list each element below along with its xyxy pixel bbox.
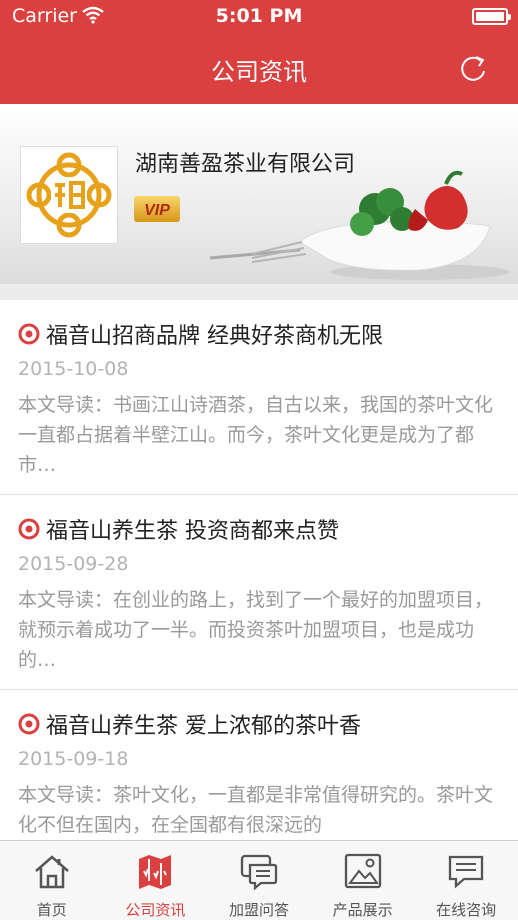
article-list: 福音山招商品牌 经典好茶商机无限 2015-10-08 本文导读：书画江山诗酒茶… [0,300,518,840]
tab-home[interactable]: 首页 [0,841,104,920]
navigation-bar: 公司资讯 [0,34,518,104]
tab-label: 首页 [36,901,67,919]
article-date: 2015-09-28 [18,553,129,575]
article-summary: 本文导读：书画江山诗酒茶，自古以来，我国的茶叶文化一直都占据着半壁江山。而今，茶… [18,394,494,476]
tab-consult[interactable]: 在线咨询 [414,841,518,920]
article-date: 2015-10-08 [18,358,129,380]
tab-faq[interactable]: 加盟问答 [207,841,311,920]
image-icon [344,853,381,889]
tab-news[interactable]: 公司资讯 [104,841,208,920]
clock: 5:01 PM [215,5,303,27]
company-banner[interactable]: 湖南善盈茶业有限公司 VIP [0,104,518,284]
bullet-target-icon [18,323,40,345]
section-divider [0,284,518,300]
article-title: 福音山养生茶 爱上浓郁的茶叶香 [46,714,361,739]
tab-label: 产品展示 [332,901,393,919]
article-title: 福音山养生茶 投资商都来点赞 [46,519,339,544]
map-icon [139,855,172,889]
article-item[interactable]: 福音山养生茶 投资商都来点赞 2015-09-28 本文导读：在创业的路上，找到… [0,495,518,690]
article-summary: 本文导读：茶叶文化，一直都是非常值得研究的。茶叶文化不但在国内，在全国都有很深远… [18,784,494,836]
bullet-target-icon [18,518,40,540]
home-icon [34,855,69,889]
tab-products[interactable]: 产品展示 [311,841,415,920]
article-title: 福音山招商品牌 经典好茶商机无限 [46,324,383,349]
article-date: 2015-09-18 [18,748,129,770]
tab-label: 在线咨询 [436,901,497,919]
bullet-target-icon [18,713,40,735]
battery-icon [472,8,511,25]
article-summary: 本文导读：在创业的路上，找到了一个最好的加盟项目，就预示着成功了一半。而投资茶叶… [18,589,494,671]
tab-bar: 首页 公司资讯 加盟问答 产品展示 在线咨询 [0,840,518,920]
refresh-icon[interactable] [456,52,490,86]
vegetable-bowl-image [209,170,510,280]
article-item[interactable]: 福音山养生茶 爱上浓郁的茶叶香 2015-09-18 本文导读：茶叶文化，一直都… [0,690,518,840]
message-icon [449,855,484,889]
status-bar: Carrier 5:01 PM [0,0,518,34]
vip-badge: VIP [134,196,180,222]
company-logo [20,146,118,244]
page-title: 公司资讯 [211,58,307,86]
chat-icon [240,854,278,891]
svg-text:VIP: VIP [144,202,170,219]
tab-label: 公司资讯 [125,901,186,919]
tab-label: 加盟问答 [228,901,289,919]
article-item[interactable]: 福音山招商品牌 经典好茶商机无限 2015-10-08 本文导读：书画江山诗酒茶… [0,300,518,495]
